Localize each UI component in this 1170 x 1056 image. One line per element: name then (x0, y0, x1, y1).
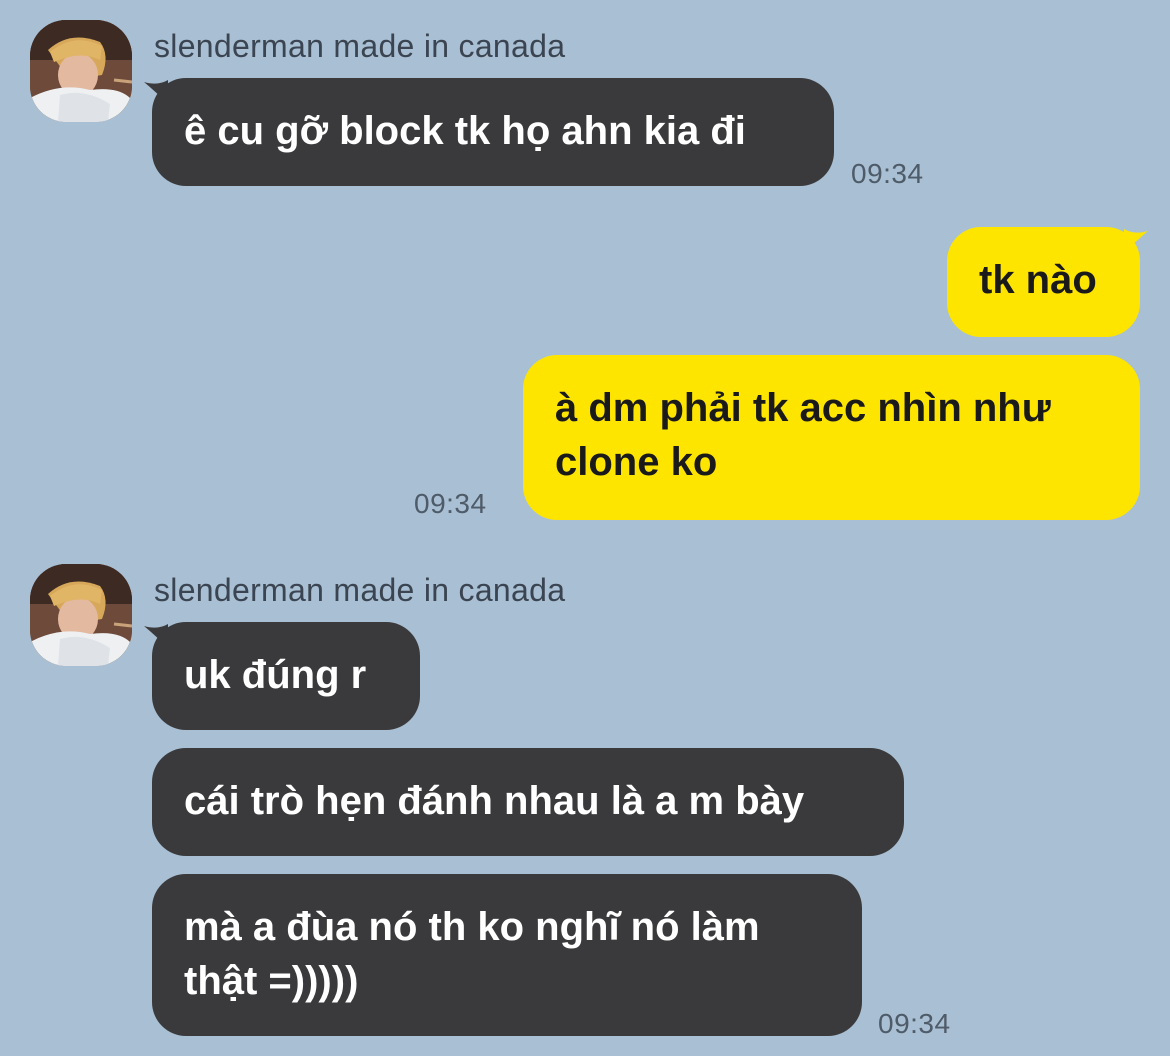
message-text: tk nào (979, 258, 1097, 302)
message-bubble-outgoing[interactable]: à dm phải tk acc nhìn như clone ko (523, 355, 1140, 520)
sender-avatar[interactable] (30, 20, 132, 122)
message-text: uk đúng r (184, 653, 367, 697)
message-timestamp: 09:34 (851, 158, 924, 189)
avatar-image (30, 564, 132, 666)
chat-view: slenderman made in canada ê cu gỡ block … (0, 0, 1170, 1056)
message-bubble-outgoing[interactable]: tk nào (947, 227, 1140, 337)
message-text: cái trò hẹn đánh nhau là a m bày (184, 779, 805, 823)
message-bubble-incoming[interactable]: mà a đùa nó th ko nghĩ nó làm thật =))))… (152, 874, 862, 1036)
avatar-image (30, 20, 132, 122)
message-bubble-incoming[interactable]: cái trò hẹn đánh nhau là a m bày (152, 748, 904, 856)
sender-name: slenderman made in canada (154, 28, 566, 64)
message-text: mà a đùa nó th ko nghĩ nó làm thật =))))… (184, 905, 760, 1003)
message-timestamp: 09:34 (414, 488, 487, 519)
message-bubble-incoming[interactable]: uk đúng r (152, 622, 420, 730)
sender-name: slenderman made in canada (154, 572, 566, 608)
message-text: ê cu gỡ block tk họ ahn kia đi (184, 109, 746, 153)
message-timestamp: 09:34 (878, 1008, 951, 1039)
message-text: à dm phải tk acc nhìn như clone ko (555, 386, 1051, 484)
message-bubble-incoming[interactable]: ê cu gỡ block tk họ ahn kia đi (152, 78, 834, 186)
sender-avatar[interactable] (30, 564, 132, 666)
